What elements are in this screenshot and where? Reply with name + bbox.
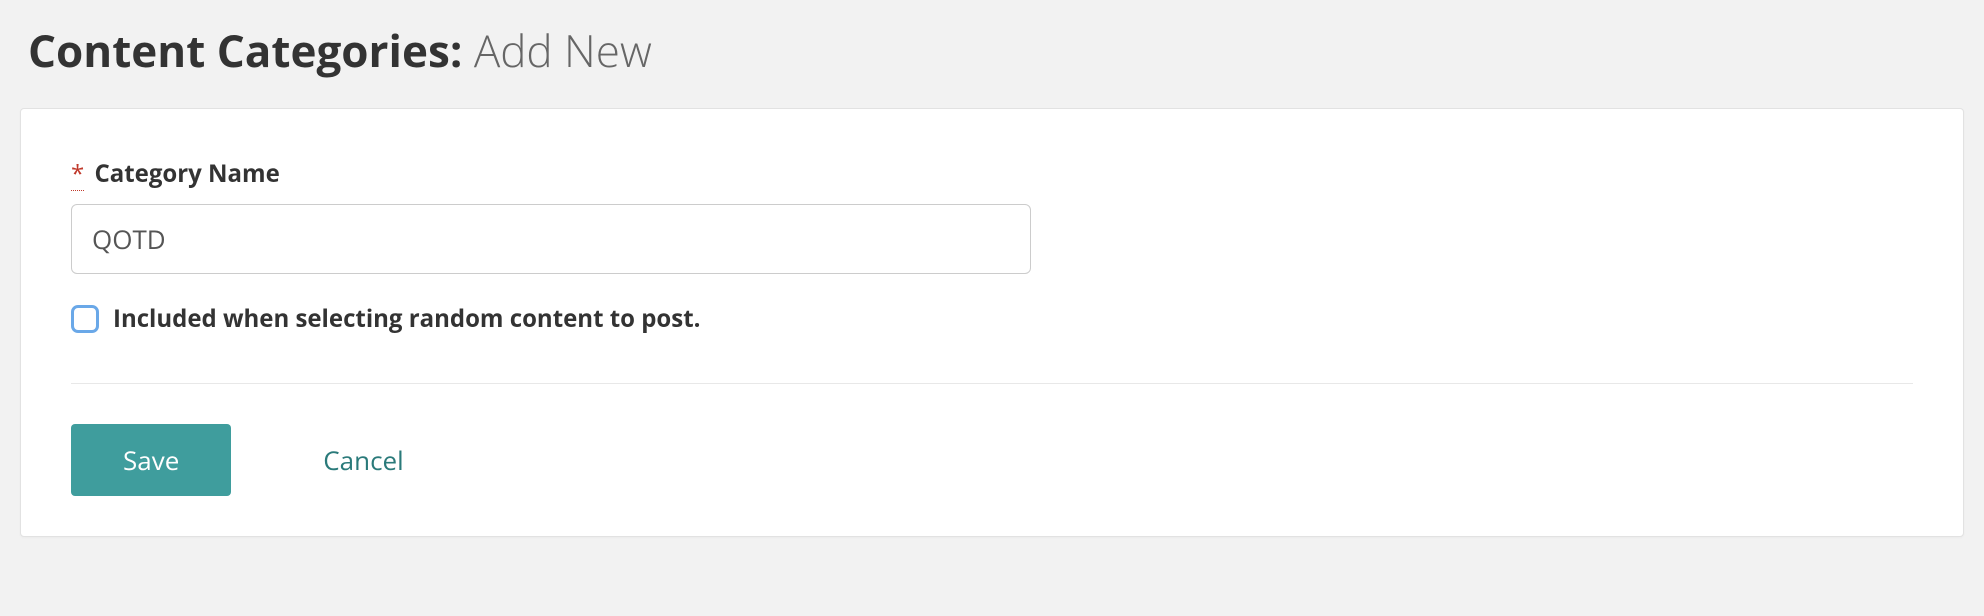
form-divider	[71, 383, 1913, 384]
cancel-button[interactable]: Cancel	[323, 442, 403, 478]
category-name-label: * Category Name	[71, 157, 1913, 190]
action-buttons: Save Cancel	[71, 424, 1913, 496]
form-card: * Category Name Included when selecting …	[20, 108, 1964, 537]
required-asterisk-icon: *	[71, 157, 84, 191]
include-random-checkbox[interactable]	[71, 305, 99, 333]
page-title-main: Content Categories:	[28, 20, 462, 80]
category-name-input[interactable]	[71, 204, 1031, 274]
category-name-group: * Category Name	[71, 157, 1913, 274]
save-button[interactable]: Save	[71, 424, 231, 496]
category-name-label-text: Category Name	[94, 157, 279, 190]
page-title: Content Categories: Add New	[28, 20, 1964, 80]
include-random-row: Included when selecting random content t…	[71, 302, 1913, 335]
page-title-sub: Add New	[474, 20, 652, 80]
include-random-label[interactable]: Included when selecting random content t…	[113, 302, 700, 335]
